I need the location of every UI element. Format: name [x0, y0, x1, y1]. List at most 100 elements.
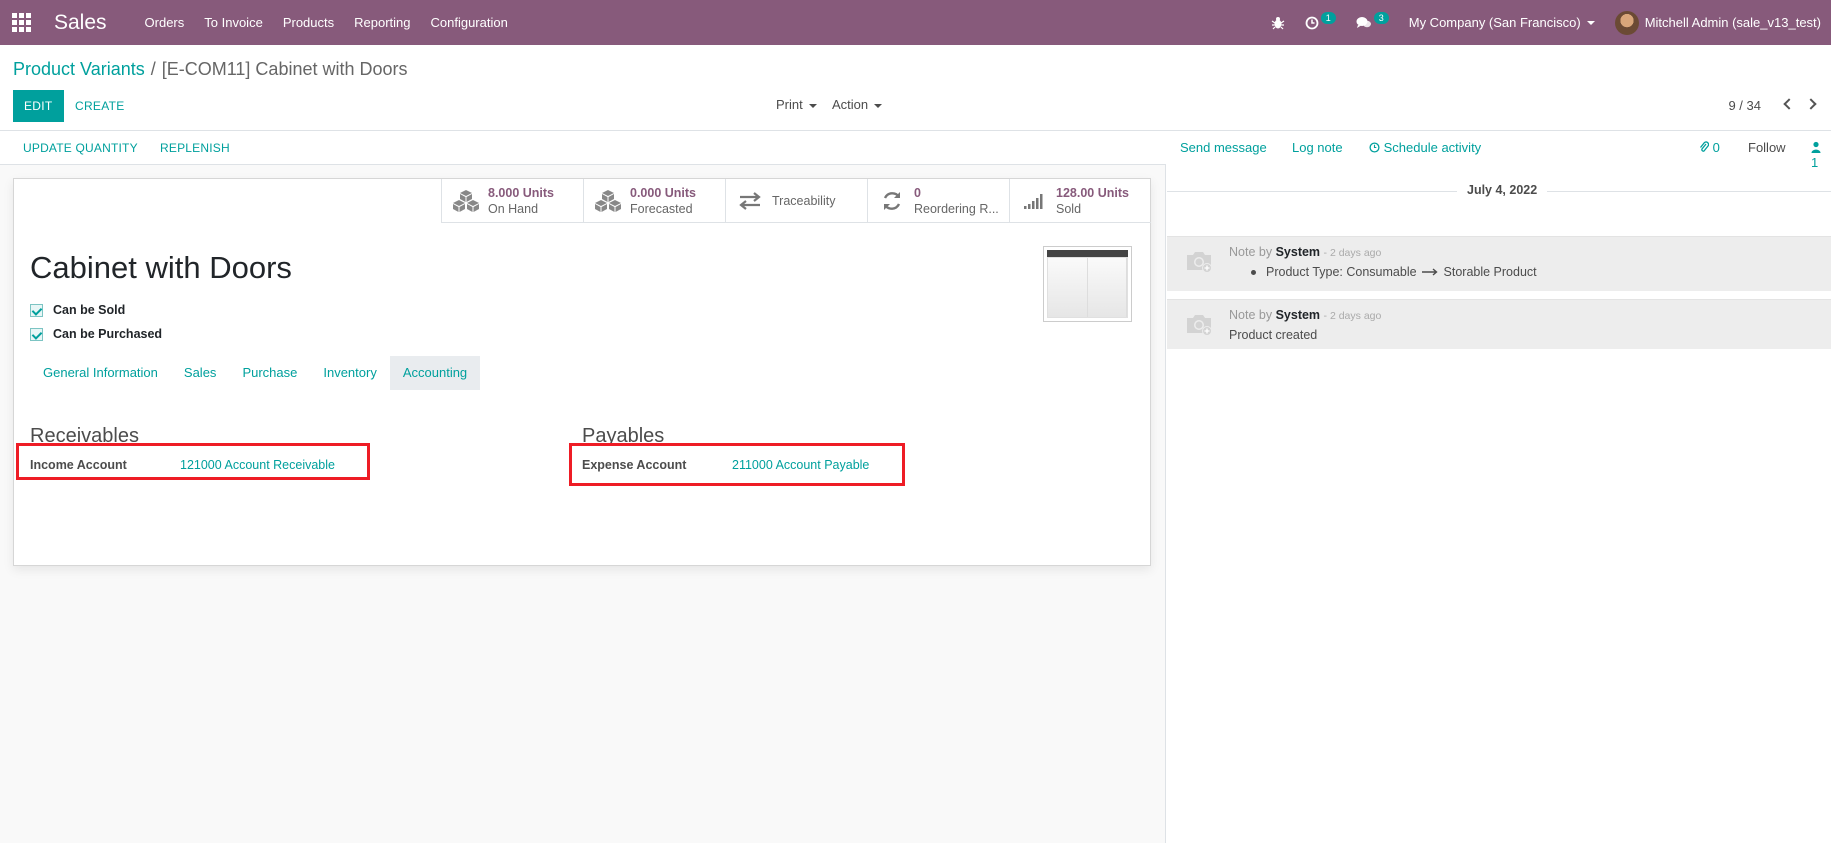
sold-smart-button[interactable]: 128.00 Units Sold	[1009, 179, 1151, 223]
tracking-old-value: Product Type: Consumable	[1266, 265, 1417, 279]
update-quantity-button[interactable]: UPDATE QUANTITY	[23, 141, 138, 155]
can-be-sold-checkbox[interactable]	[30, 303, 43, 317]
chevron-down-icon	[1586, 20, 1595, 25]
signal-icon	[1020, 189, 1048, 213]
on-hand-label: On Hand	[488, 202, 539, 216]
tracking-new-value: Storable Product	[1443, 265, 1537, 279]
print-label: Print	[776, 97, 803, 112]
chevron-down-icon	[874, 103, 883, 108]
message-prefix: Note by	[1229, 245, 1273, 259]
breadcrumb-product-variants[interactable]: Product Variants	[13, 59, 145, 79]
message-body: Product created	[1229, 328, 1318, 342]
product-name[interactable]: Cabinet with Doors	[30, 250, 292, 286]
can-be-purchased-row: Can be Purchased	[30, 327, 162, 341]
chatter-topbar: Send message Log note Schedule activity …	[1167, 131, 1831, 170]
message-author[interactable]: System	[1276, 308, 1320, 322]
tab-accounting[interactable]: Accounting	[389, 356, 481, 390]
on-hand-value: 8.000 Units	[488, 186, 555, 200]
activity-clock-icon[interactable]: 1	[1305, 11, 1336, 30]
create-button[interactable]: CREATE	[70, 90, 130, 122]
refresh-icon	[878, 189, 906, 213]
reordering-rules-smart-button[interactable]: 0 Reordering R...	[867, 179, 1009, 223]
message-author[interactable]: System	[1276, 245, 1320, 259]
message-count-badge: 3	[1373, 11, 1389, 24]
company-name: My Company (San Francisco)	[1408, 15, 1581, 30]
action-dropdown[interactable]: Action	[832, 97, 883, 112]
menu-to-invoice[interactable]: To Invoice	[194, 15, 273, 30]
menu-orders[interactable]: Orders	[135, 15, 195, 30]
schedule-activity-button[interactable]: Schedule activity	[1369, 140, 1481, 155]
pager-value[interactable]: 9 / 34	[1728, 98, 1761, 113]
print-dropdown[interactable]: Print	[776, 97, 817, 112]
can-be-purchased-label: Can be Purchased	[53, 327, 163, 341]
user-icon	[1811, 141, 1821, 153]
chatter: Send message Log note Schedule activity …	[1167, 131, 1831, 843]
cubes-icon	[594, 189, 622, 213]
message-header: Note by System - 2 days ago	[1229, 308, 1381, 322]
menu-products[interactable]: Products	[273, 15, 344, 30]
traceability-label: Traceability	[772, 194, 836, 208]
long-arrow-right-icon	[1422, 268, 1438, 276]
form-view: UPDATE QUANTITY REPLENISH 8.000 Units On…	[0, 131, 1166, 843]
traceability-smart-button[interactable]: Traceability	[725, 179, 867, 223]
action-label: Action	[832, 97, 869, 112]
form-sheet: 8.000 Units On Hand 0.000 Units Forecast…	[13, 178, 1151, 566]
followers-count: 1	[1811, 155, 1819, 170]
chatter-message: Note by System - 2 days ago Product crea…	[1167, 299, 1831, 349]
replenish-button[interactable]: REPLENISH	[160, 141, 230, 155]
message-body: Product Type: Consumable Storable Produc…	[1251, 265, 1537, 279]
edit-button[interactable]: EDIT	[13, 90, 64, 122]
top-navbar: Sales Orders To Invoice Products Reporti…	[0, 0, 1831, 45]
follow-button[interactable]: Follow	[1748, 140, 1786, 155]
log-note-button[interactable]: Log note	[1292, 140, 1343, 155]
pager-next-button[interactable]	[1805, 96, 1822, 112]
company-switcher[interactable]: My Company (San Francisco)	[1409, 15, 1595, 30]
messaging-comments-icon[interactable]: 3	[1356, 11, 1389, 30]
chevron-down-icon	[808, 103, 817, 108]
reordering-label: Reordering R...	[914, 202, 999, 216]
expense-account-highlight	[569, 443, 905, 486]
on-hand-smart-button[interactable]: 8.000 Units On Hand	[441, 179, 583, 223]
tab-inventory[interactable]: Inventory	[310, 356, 389, 390]
app-brand[interactable]: Sales	[54, 11, 107, 35]
chevron-right-icon	[1805, 98, 1817, 110]
forecasted-label: Forecasted	[630, 202, 693, 216]
chevron-left-icon	[1783, 98, 1795, 110]
tab-general-information[interactable]: General Information	[30, 356, 171, 390]
sold-value: 128.00 Units	[1056, 186, 1129, 200]
cubes-icon	[452, 189, 480, 213]
form-statusbar: UPDATE QUANTITY REPLENISH	[0, 131, 1166, 165]
forecasted-smart-button[interactable]: 0.000 Units Forecasted	[583, 179, 725, 223]
apps-menu-icon[interactable]	[12, 12, 32, 33]
can-be-purchased-checkbox[interactable]	[30, 327, 43, 341]
product-image[interactable]	[1043, 246, 1132, 322]
attachments-button[interactable]: 0	[1699, 140, 1720, 155]
breadcrumb-separator: /	[150, 59, 156, 79]
debug-bug-icon[interactable]	[1271, 16, 1285, 30]
user-menu[interactable]: Mitchell Admin (sale_v13_test)	[1614, 10, 1821, 35]
schedule-activity-label: Schedule activity	[1383, 140, 1482, 155]
income-account-highlight	[16, 443, 370, 480]
followers-button[interactable]: 1	[1811, 140, 1831, 170]
tab-purchase[interactable]: Purchase	[229, 356, 310, 390]
camera-avatar-icon	[1185, 249, 1215, 273]
smart-button-box: 8.000 Units On Hand 0.000 Units Forecast…	[441, 179, 1151, 223]
menu-configuration[interactable]: Configuration	[421, 15, 518, 30]
reordering-value: 0	[914, 186, 921, 200]
menu-reporting[interactable]: Reporting	[344, 15, 420, 30]
notebook-tabs: General Information Sales Purchase Inven…	[30, 356, 481, 390]
send-message-button[interactable]: Send message	[1180, 140, 1267, 155]
exchange-icon	[736, 189, 764, 213]
paperclip-icon	[1699, 141, 1710, 152]
camera-avatar-icon	[1185, 312, 1215, 336]
chatter-message: Note by System - 2 days ago Product Type…	[1167, 236, 1831, 291]
clock-icon	[1369, 142, 1380, 153]
message-header: Note by System - 2 days ago	[1229, 245, 1381, 259]
control-panel: Product Variants / [E-COM11] Cabinet with …	[0, 45, 1831, 131]
can-be-sold-label: Can be Sold	[53, 303, 126, 317]
pager-previous-button[interactable]	[1780, 96, 1796, 112]
forecasted-value: 0.000 Units	[630, 186, 697, 200]
breadcrumb-current-record: [E-COM11] Cabinet with Doors	[161, 59, 408, 79]
message-date: - 2 days ago	[1323, 247, 1382, 259]
tab-sales[interactable]: Sales	[171, 356, 230, 390]
